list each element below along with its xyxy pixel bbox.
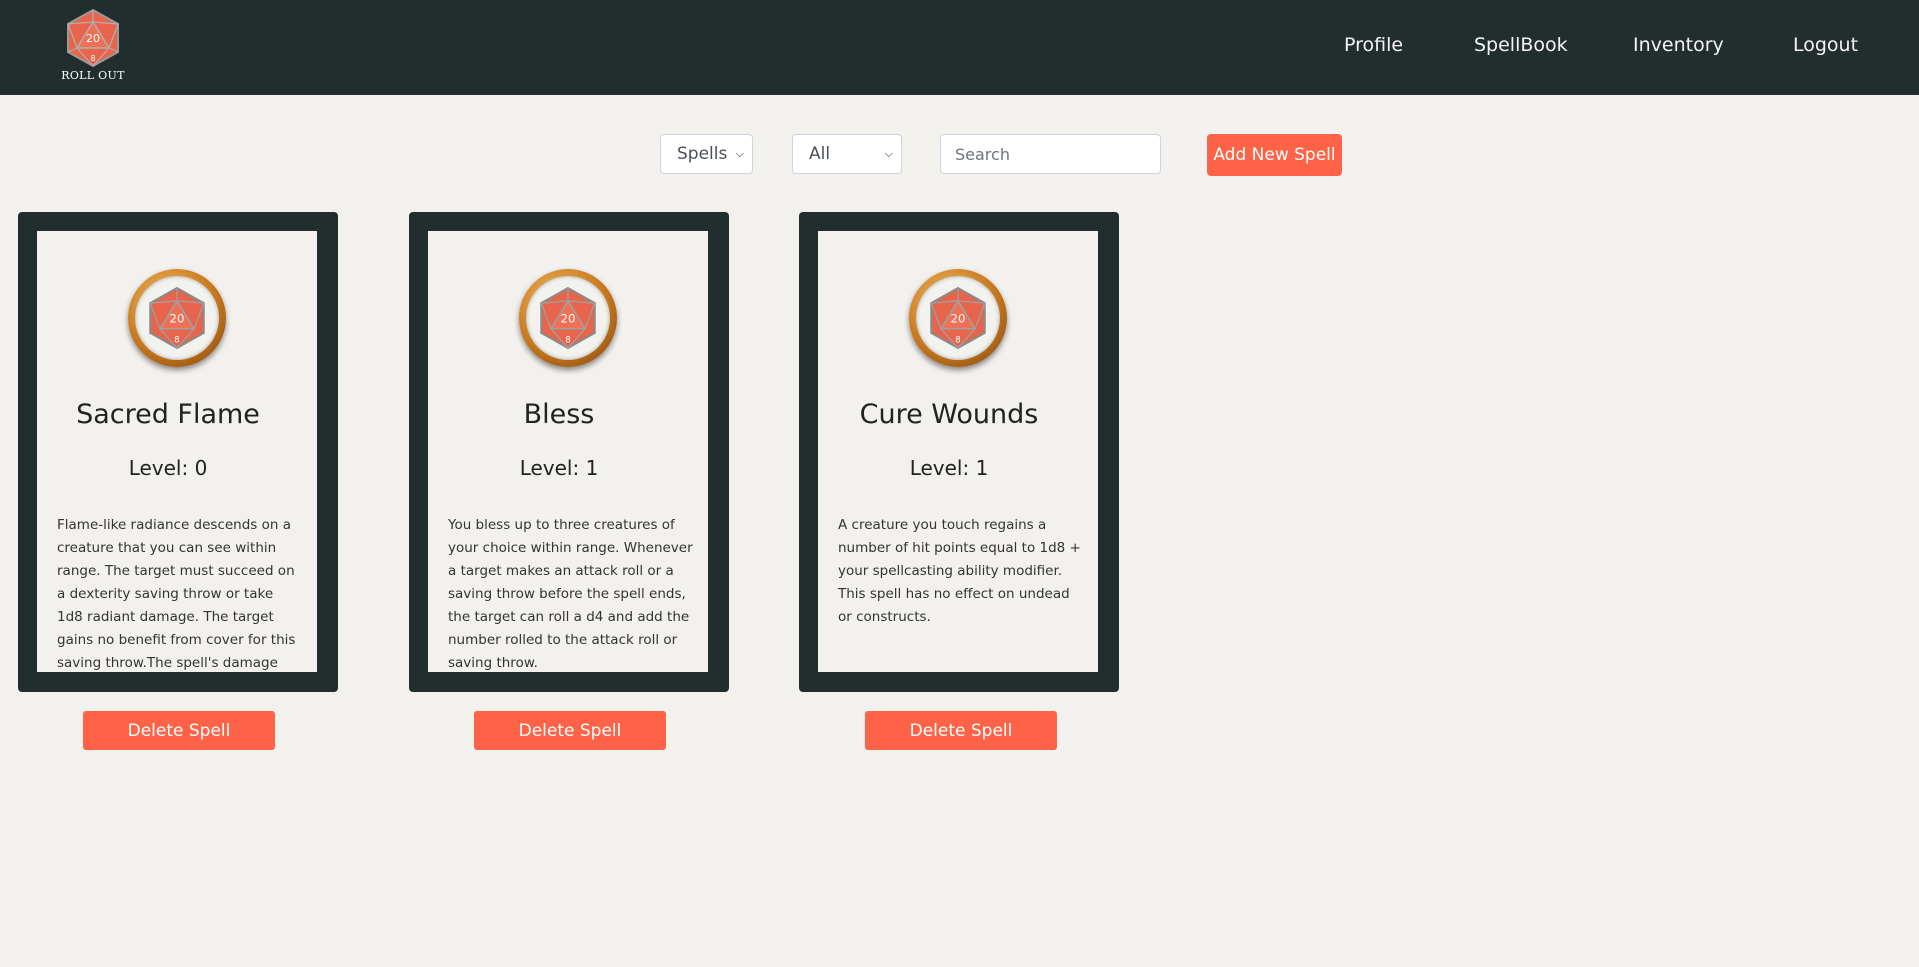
chevron-down-icon: ⌵ [735, 147, 744, 160]
svg-text:8: 8 [90, 54, 95, 63]
spell-card-body: 20 8 Cure Wounds Level: 1 A creature you… [818, 231, 1098, 672]
spell-level: Level: 1 [909, 456, 989, 480]
level-select-value: All [809, 144, 831, 164]
add-new-spell-button[interactable]: Add New Spell [1207, 134, 1342, 176]
spell-card: 20 8 Cure Wounds Level: 1 A creature you… [799, 212, 1119, 692]
type-select-value: Spells [677, 144, 728, 164]
svg-text:20: 20 [170, 311, 185, 325]
spell-level: Level: 0 [128, 456, 208, 480]
d20-dice-icon: 20 8 [149, 286, 205, 350]
spell-description: You bless up to three creatures of your … [448, 517, 693, 671]
brand-logo[interactable]: 20 8 ROLL OUT [58, 8, 128, 88]
d20-dice-icon: 20 8 [540, 286, 596, 350]
svg-text:20: 20 [561, 311, 576, 325]
spell-name: Bless [523, 399, 595, 430]
delete-spell-button[interactable]: Delete Spell [83, 711, 275, 750]
delete-spell-button[interactable]: Delete Spell [474, 711, 666, 750]
spell-name: Sacred Flame [76, 399, 260, 430]
chevron-down-icon: ⌵ [884, 147, 893, 160]
spell-medallion: 20 8 [909, 269, 1007, 367]
nav-profile-link[interactable]: Profile [1344, 30, 1403, 60]
spell-medallion: 20 8 [519, 269, 617, 367]
spell-description: Flame-like radiance descends on a creatu… [57, 517, 296, 671]
spell-name: Cure Wounds [859, 399, 1039, 430]
d20-dice-icon: 20 8 [67, 8, 119, 68]
spell-card-body: 20 8 Sacred Flame Level: 0 Flame-like ra… [37, 231, 317, 672]
delete-spell-button[interactable]: Delete Spell [865, 711, 1057, 750]
type-select[interactable]: Spells ⌵ [660, 134, 753, 174]
svg-text:8: 8 [565, 336, 570, 346]
svg-text:8: 8 [955, 336, 960, 346]
spell-card-body: 20 8 Bless Level: 1 You bless up to thre… [428, 231, 708, 672]
nav-inventory-link[interactable]: Inventory [1633, 30, 1724, 60]
spell-description: A creature you touch regains a number of… [838, 517, 1081, 625]
spell-level: Level: 1 [519, 456, 599, 480]
spell-card: 20 8 Bless Level: 1 You bless up to thre… [409, 212, 729, 692]
svg-text:8: 8 [174, 336, 179, 346]
level-select[interactable]: All ⌵ [792, 134, 902, 174]
spell-card: 20 8 Sacred Flame Level: 0 Flame-like ra… [18, 212, 338, 692]
svg-text:20: 20 [951, 311, 966, 325]
d20-dice-icon: 20 8 [930, 286, 986, 350]
nav-spellbook-link[interactable]: SpellBook [1474, 30, 1568, 60]
navbar: 20 8 ROLL OUT Profile SpellBook Inventor… [0, 0, 1919, 95]
svg-text:20: 20 [86, 32, 100, 45]
nav-logout-link[interactable]: Logout [1793, 30, 1858, 60]
brand-name: ROLL OUT [61, 69, 125, 82]
spell-medallion: 20 8 [128, 269, 226, 367]
search-input[interactable] [940, 134, 1161, 174]
